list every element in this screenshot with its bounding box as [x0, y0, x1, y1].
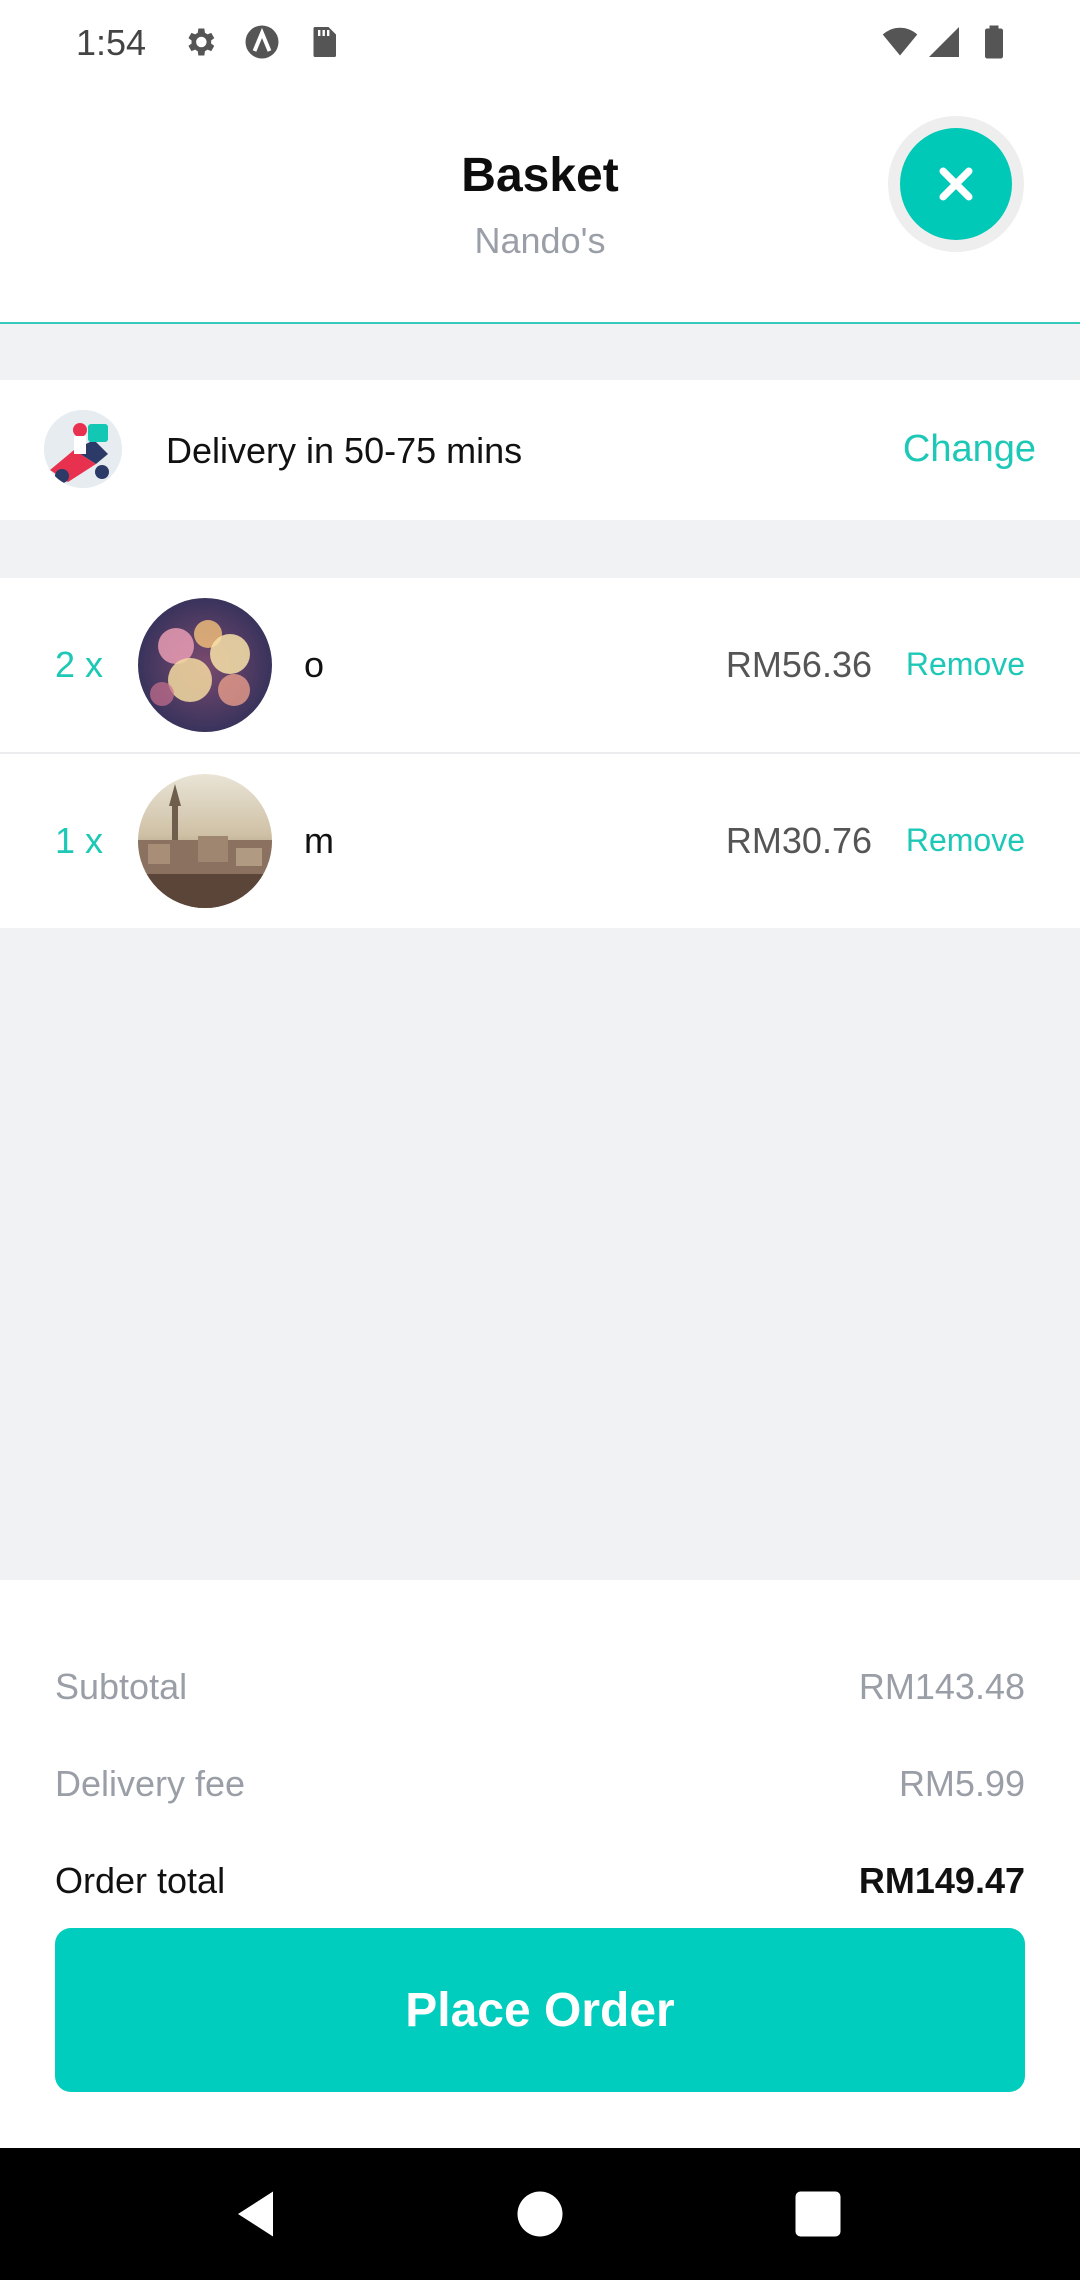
delivery-fee-value: RM5.99	[898, 1763, 1025, 1804]
item-quantity: 1 x	[55, 820, 104, 861]
recents-icon[interactable]	[788, 2184, 848, 2244]
gear-icon	[188, 28, 215, 56]
remove-item-button[interactable]: Remove	[906, 822, 1025, 859]
subtotal-value: RM143.48	[858, 1666, 1025, 1707]
item-name: o	[304, 644, 325, 685]
home-icon[interactable]	[510, 2184, 570, 2244]
system-nav-bar	[0, 2148, 1080, 2280]
close-icon	[939, 167, 973, 201]
signal-icon	[929, 27, 959, 57]
delivery-fee-label: Delivery fee	[55, 1763, 246, 1804]
item-quantity: 2 x	[55, 644, 104, 685]
basket-items-list: 2 x o RM56.36 Remove 1 x m RM30.76 Remov…	[0, 578, 1080, 928]
order-total-label: Order total	[55, 1860, 226, 1901]
subtotal-label: Subtotal	[55, 1666, 188, 1707]
delivery-rider-icon	[44, 410, 122, 488]
basket-item-row: 1 x m RM30.76 Remove	[0, 754, 1080, 928]
remove-item-button[interactable]: Remove	[906, 646, 1025, 683]
delivery-row: Delivery in 50-75 mins Change	[0, 380, 1080, 520]
item-thumbnail	[138, 774, 272, 908]
status-bar: 1:54	[0, 0, 1080, 88]
basket-header: Basket Nando's	[0, 88, 1080, 324]
status-time: 1:54	[76, 22, 147, 63]
change-delivery-link[interactable]: Change	[903, 428, 1036, 471]
item-price: RM30.76	[725, 820, 872, 861]
item-thumbnail	[138, 598, 272, 732]
delivery-time-text: Delivery in 50-75 mins	[166, 430, 523, 471]
close-button-ring	[888, 116, 1024, 252]
close-button[interactable]	[900, 128, 1012, 240]
a-circle-icon	[245, 25, 279, 59]
order-total-value: RM149.47	[858, 1860, 1025, 1901]
sd-card-icon	[313, 27, 336, 57]
back-icon[interactable]	[228, 2184, 288, 2244]
battery-icon	[985, 25, 1003, 59]
order-summary: Subtotal RM143.48 Delivery fee RM5.99 Or…	[0, 1580, 1080, 2148]
basket-item-row: 2 x o RM56.36 Remove	[0, 578, 1080, 754]
place-order-button[interactable]: Place Order	[55, 1928, 1025, 2092]
wifi-icon	[882, 27, 918, 56]
item-name: m	[304, 820, 334, 861]
item-price: RM56.36	[725, 644, 872, 685]
